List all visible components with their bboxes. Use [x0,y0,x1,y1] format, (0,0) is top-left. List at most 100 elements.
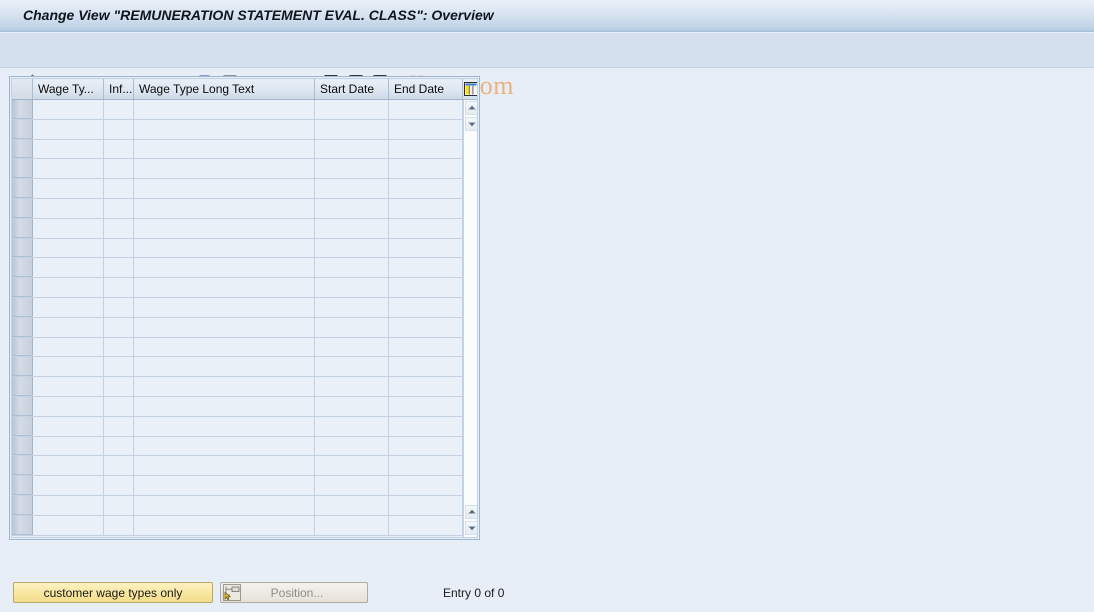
table-cell-wage_type[interactable] [33,396,104,416]
table-cell-end_date[interactable] [389,396,463,416]
table-cell-start_date[interactable] [315,495,389,515]
table-cell-start_date[interactable] [315,218,389,238]
table-cell-infotype[interactable] [104,100,134,119]
row-selector-cell[interactable] [12,179,33,198]
table-cell-end_date[interactable] [389,495,463,515]
table-cell-wage_type_long_text[interactable] [134,416,315,436]
row-selector-cell[interactable] [12,495,33,515]
scroll-page-down-arrow-icon[interactable] [465,521,477,535]
table-cell-start_date[interactable] [315,317,389,337]
table-cell-end_date[interactable] [389,456,463,476]
table-cell-wage_type[interactable] [33,317,104,337]
table-cell-end_date[interactable] [389,238,463,258]
table-row[interactable] [12,179,463,199]
table-cell-infotype[interactable] [104,436,134,456]
column-header-infotype[interactable]: Inf... [104,79,134,99]
table-cell-infotype[interactable] [104,377,134,396]
row-selector-cell[interactable] [12,159,33,179]
table-cell-wage_type[interactable] [33,416,104,436]
table-cell-start_date[interactable] [315,179,389,198]
table-cell-infotype[interactable] [104,119,134,139]
table-cell-infotype[interactable] [104,515,134,535]
table-cell-infotype[interactable] [104,278,134,297]
table-row[interactable] [12,218,463,239]
select-all-column-header[interactable] [12,79,33,99]
table-settings-icon[interactable] [463,79,477,99]
row-selector-cell[interactable] [12,476,33,495]
scroll-page-up-arrow-icon[interactable] [465,505,477,519]
row-selector-cell[interactable] [12,396,33,416]
row-selector-cell[interactable] [12,238,33,258]
row-selector-cell[interactable] [12,139,33,159]
table-cell-wage_type[interactable] [33,337,104,357]
table-cell-end_date[interactable] [389,515,463,535]
table-row[interactable] [12,258,463,279]
table-row[interactable] [12,119,463,140]
table-cell-infotype[interactable] [104,179,134,198]
table-cell-end_date[interactable] [389,416,463,436]
table-cell-end_date[interactable] [389,377,463,396]
table-cell-infotype[interactable] [104,159,134,179]
table-cell-start_date[interactable] [315,337,389,357]
table-cell-start_date[interactable] [315,456,389,476]
table-cell-end_date[interactable] [389,139,463,159]
table-cell-infotype[interactable] [104,258,134,278]
table-cell-wage_type[interactable] [33,377,104,396]
table-cell-wage_type[interactable] [33,476,104,495]
table-row[interactable] [12,297,463,318]
table-vertical-scrollbar[interactable] [463,100,477,537]
table-row[interactable] [12,416,463,437]
table-cell-infotype[interactable] [104,456,134,476]
table-cell-wage_type_long_text[interactable] [134,100,315,119]
table-cell-start_date[interactable] [315,159,389,179]
table-cell-start_date[interactable] [315,258,389,278]
customer-wage-types-only-button[interactable]: customer wage types only [13,582,213,603]
table-cell-infotype[interactable] [104,396,134,416]
table-cell-wage_type[interactable] [33,515,104,535]
table-row[interactable] [12,377,463,397]
table-cell-wage_type[interactable] [33,218,104,238]
table-cell-infotype[interactable] [104,218,134,238]
table-cell-end_date[interactable] [389,476,463,495]
table-cell-end_date[interactable] [389,119,463,139]
table-cell-infotype[interactable] [104,495,134,515]
table-cell-end_date[interactable] [389,179,463,198]
table-cell-wage_type_long_text[interactable] [134,297,315,317]
row-selector-cell[interactable] [12,317,33,337]
table-row[interactable] [12,436,463,457]
table-cell-wage_type_long_text[interactable] [134,179,315,198]
table-cell-end_date[interactable] [389,297,463,317]
table-cell-wage_type_long_text[interactable] [134,456,315,476]
table-row[interactable] [12,100,463,120]
table-cell-wage_type_long_text[interactable] [134,396,315,416]
table-cell-wage_type_long_text[interactable] [134,317,315,337]
row-selector-cell[interactable] [12,119,33,139]
table-row[interactable] [12,337,463,358]
table-row[interactable] [12,278,463,298]
table-cell-start_date[interactable] [315,396,389,416]
column-header-start-date[interactable]: Start Date [315,79,389,99]
table-cell-start_date[interactable] [315,416,389,436]
row-selector-cell[interactable] [12,218,33,238]
table-cell-wage_type[interactable] [33,278,104,297]
table-cell-end_date[interactable] [389,337,463,357]
table-cell-wage_type[interactable] [33,357,104,377]
table-cell-wage_type_long_text[interactable] [134,377,315,396]
table-cell-start_date[interactable] [315,436,389,456]
table-cell-end_date[interactable] [389,436,463,456]
table-row[interactable] [12,139,463,160]
table-row[interactable] [12,456,463,477]
table-cell-wage_type_long_text[interactable] [134,119,315,139]
table-cell-wage_type[interactable] [33,495,104,515]
table-row[interactable] [12,495,463,516]
row-selector-cell[interactable] [12,297,33,317]
column-header-end-date[interactable]: End Date [389,79,463,99]
table-cell-wage_type_long_text[interactable] [134,495,315,515]
table-cell-wage_type_long_text[interactable] [134,357,315,377]
table-cell-start_date[interactable] [315,377,389,396]
row-selector-cell[interactable] [12,515,33,535]
table-cell-infotype[interactable] [104,139,134,159]
table-cell-end_date[interactable] [389,100,463,119]
table-row[interactable] [12,159,463,180]
table-cell-infotype[interactable] [104,357,134,377]
